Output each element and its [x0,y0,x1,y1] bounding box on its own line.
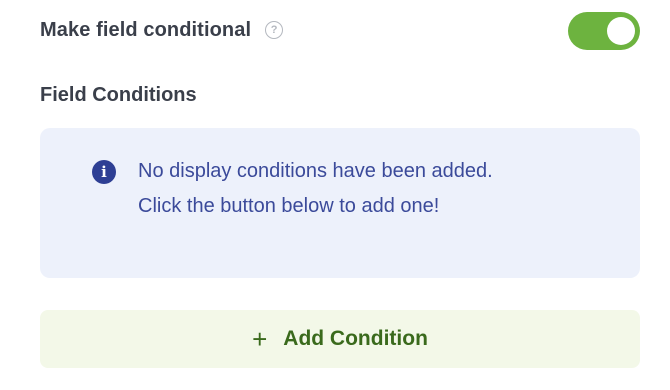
plus-icon: + [252,324,268,354]
notice-message: No display conditions have been added. C… [138,160,493,217]
conditional-toggle[interactable] [568,12,640,50]
help-icon[interactable]: ? [265,21,284,39]
make-field-conditional-label: Make field conditional [40,18,252,41]
toggle-knob [607,17,635,45]
field-conditions-heading: Field Conditions [40,84,197,106]
add-condition-label: Add Condition [283,327,428,350]
info-icon: i [92,160,116,184]
no-conditions-notice: i No display conditions have been added.… [40,128,640,278]
conditional-settings-panel: Make field conditional ? Field Condition… [0,0,670,390]
add-condition-button[interactable]: + Add Condition [40,310,640,368]
make-field-conditional-row: Make field conditional ? [40,12,640,50]
